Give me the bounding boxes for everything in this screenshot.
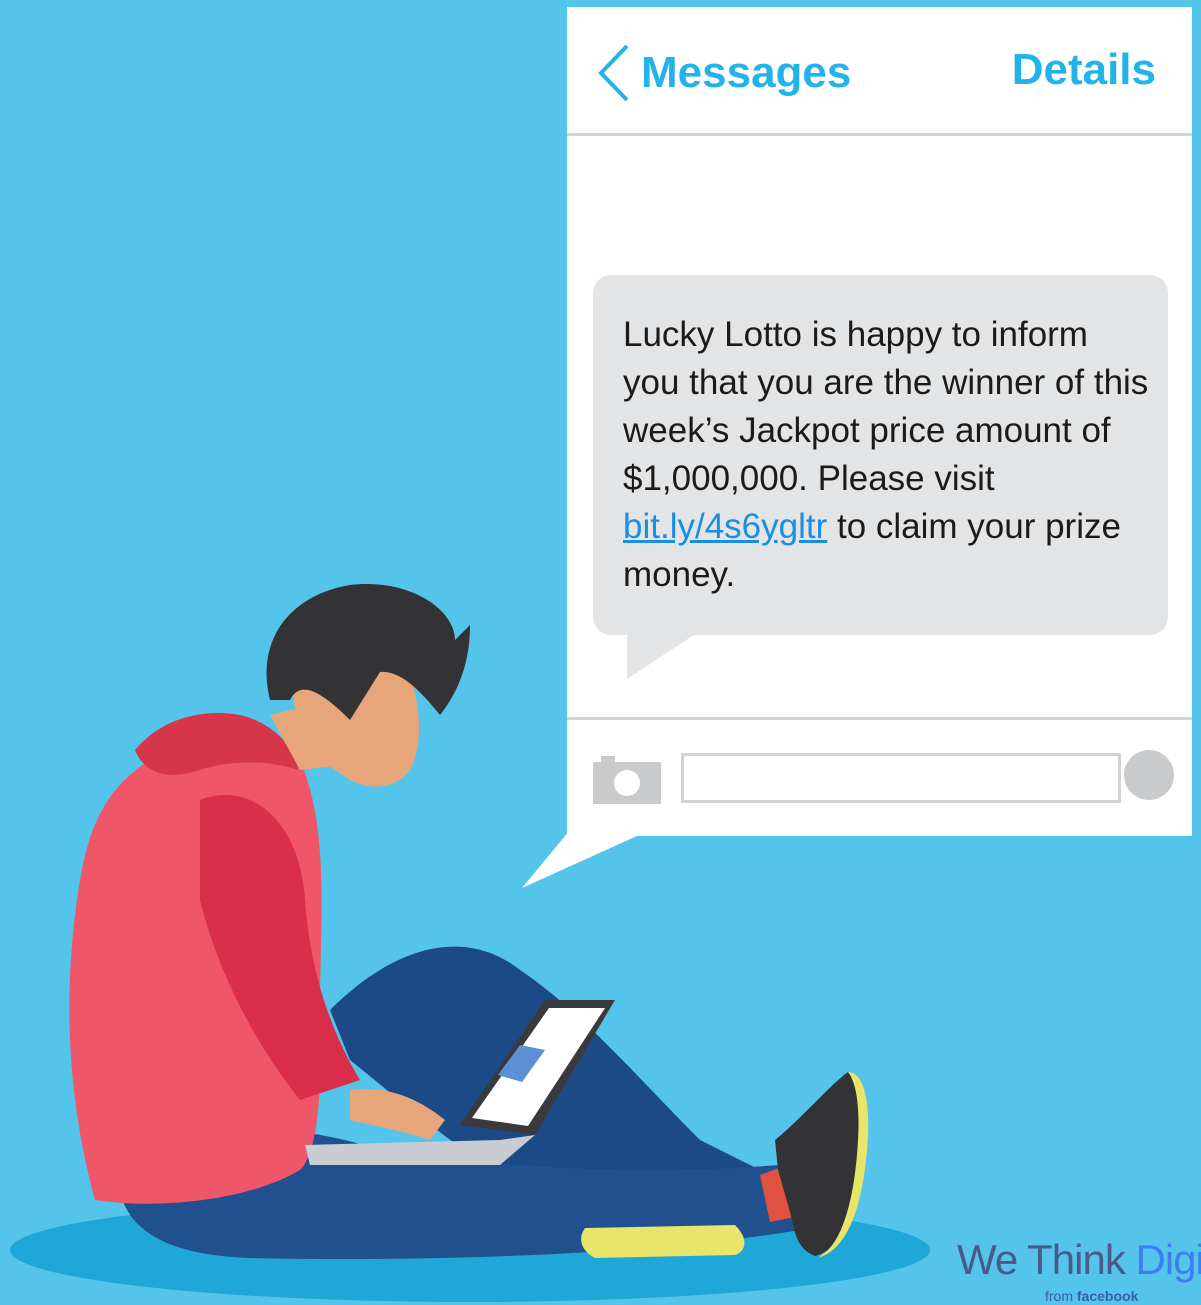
details-button[interactable]: Details	[1012, 45, 1156, 95]
message-input[interactable]	[681, 753, 1121, 803]
chevron-left-icon	[597, 43, 631, 103]
brand-name-part1: We Think	[957, 1236, 1136, 1283]
messages-panel: Messages Details Lucky Lotto is happy to…	[567, 7, 1192, 836]
brand-logo: We Think Digi from facebook	[957, 1236, 1201, 1305]
message-bubble: Lucky Lotto is happy to inform you that …	[593, 275, 1168, 635]
brand-name-part2: Digi	[1135, 1236, 1201, 1283]
messages-header: Messages Details	[567, 7, 1192, 136]
send-icon[interactable]	[1124, 750, 1174, 800]
brand-name: We Think Digi	[957, 1236, 1201, 1284]
message-link[interactable]: bit.ly/4s6ygltr	[623, 507, 827, 546]
brand-sub-company: facebook	[1076, 1288, 1139, 1304]
brand-sub-prefix: from	[1045, 1288, 1077, 1304]
camera-icon[interactable]	[593, 756, 661, 809]
bubble-tail	[627, 633, 697, 679]
shoe-back	[581, 1225, 745, 1258]
message-text: Lucky Lotto is happy to inform you that …	[623, 311, 1153, 599]
message-text-start: Lucky Lotto is happy to inform you that …	[623, 315, 1149, 498]
back-button[interactable]: Messages	[597, 41, 851, 105]
brand-subtitle: from facebook	[1045, 1288, 1138, 1304]
composer-bar	[567, 717, 1192, 839]
back-label: Messages	[641, 48, 852, 97]
